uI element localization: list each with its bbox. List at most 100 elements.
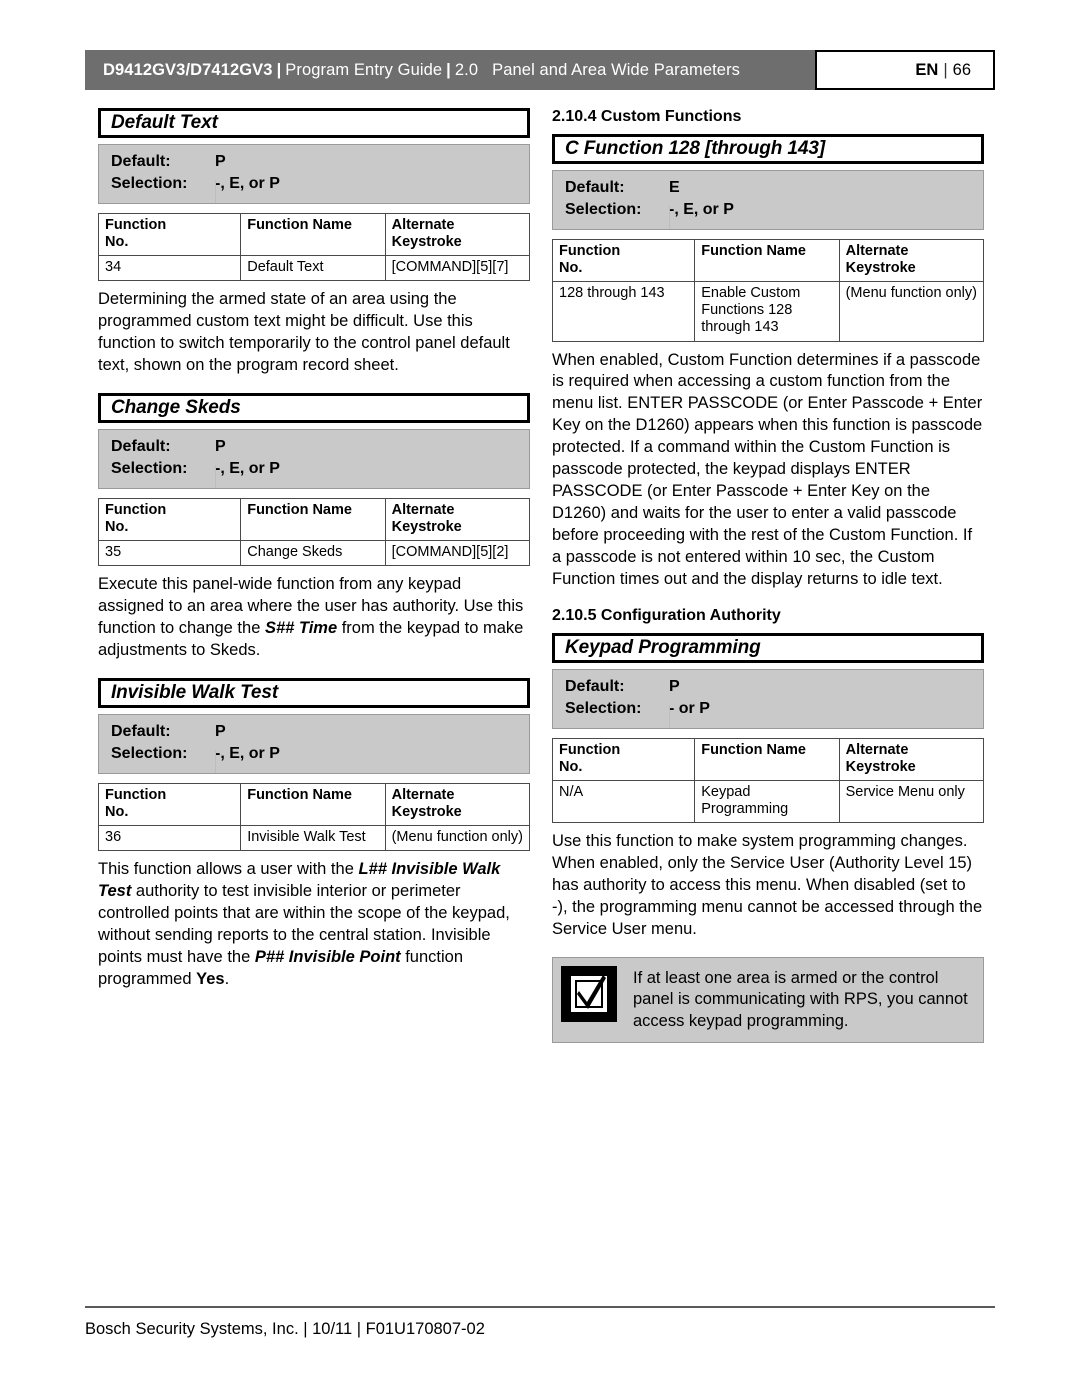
col-header-function-no-line2: No. <box>105 519 129 536</box>
cell-function-name: Default Text <box>240 255 386 282</box>
cell-function-no: N/A <box>551 780 696 824</box>
col-header-function-no-line1: Function <box>559 741 621 758</box>
param-row-selection: Selection: -, E, or P <box>99 173 529 195</box>
col-header-alternate-keystroke: Alternate Keystroke <box>838 737 985 782</box>
table-row: N/A Keypad Programming Service Menu only <box>551 780 985 824</box>
col-header-function-no: Function No. <box>551 737 696 782</box>
param-row-selection: Selection: -, E, or P <box>553 199 983 221</box>
body-text-change-skeds: Execute this panel-wide function from an… <box>98 574 530 662</box>
cell-function-no: 34 <box>97 255 242 282</box>
param-value-selection: -, E, or P <box>215 175 280 192</box>
table-row: 36 Invisible Walk Test (Menu function on… <box>97 825 531 852</box>
col-header-function-name: Function Name <box>240 783 386 827</box>
param-label-selection: Selection: <box>111 745 188 763</box>
col-header-function-no-line1: Function <box>105 787 167 804</box>
col-header-alt-line1: Alternate <box>391 502 455 519</box>
param-label-selection: Selection: <box>111 460 188 478</box>
section-title-c-function-128: C Function 128 [through 143] <box>552 134 984 164</box>
cell-alternate-keystroke: [COMMAND][5][7] <box>384 255 531 282</box>
body-part: . <box>224 970 230 989</box>
function-table-c-function-128: Function No. Function Name Alternate Key… <box>551 238 985 342</box>
param-box-c-function-128: Default: E Selection: -, E, or P <box>552 170 984 230</box>
table-header-row: Function No. Function Name Alternate Key… <box>551 238 985 283</box>
function-table-keypad-programming: Function No. Function Name Alternate Key… <box>551 737 985 824</box>
left-column: Default Text Default: P Selection: -, E,… <box>97 108 531 1007</box>
function-table-default-text: Function No. Function Name Alternate Key… <box>97 212 531 282</box>
subheading-custom-functions: 2.10.4 Custom Functions <box>552 108 742 125</box>
param-row-default: Default: P <box>99 436 529 458</box>
param-row-default: Default: P <box>99 151 529 173</box>
cell-function-name: Change Skeds <box>240 540 386 567</box>
table-row: 128 through 143 Enable Custom Functions … <box>551 281 985 342</box>
col-header-alt-line2: Keystroke <box>845 260 916 277</box>
param-label-default: Default: <box>111 723 171 741</box>
body-text-keypad-programming: Use this function to make system program… <box>552 832 983 939</box>
param-row-default: Default: P <box>99 721 529 743</box>
notice-box: If at least one area is armed or the con… <box>552 956 984 1044</box>
cell-alternate-keystroke: [COMMAND][5][2] <box>384 540 531 567</box>
col-header-alt-line2: Keystroke <box>391 234 462 251</box>
header-language-page-box: EN | 66 <box>815 50 995 90</box>
col-header-alt-line2: Keystroke <box>845 758 916 775</box>
col-header-alt-line2: Keystroke <box>391 804 462 821</box>
header-separator-1: | <box>276 60 282 79</box>
param-value-selection: -, E, or P <box>215 745 280 763</box>
param-row-default: Default: P <box>553 676 983 698</box>
cell-function-no: 128 through 143 <box>551 281 696 342</box>
header-language-code: EN <box>915 60 939 79</box>
table-header-row: Function No. Function Name Alternate Key… <box>551 737 985 782</box>
section-title-default-text: Default Text <box>98 108 530 138</box>
param-box-invisible-walk-test: Default: P Selection: -, E, or P <box>98 714 530 775</box>
param-row-selection: Selection: -, E, or P <box>99 458 529 480</box>
param-row-selection: Selection: -, E, or P <box>99 743 529 765</box>
cell-function-no: 36 <box>97 825 242 852</box>
col-header-alt-line1: Alternate <box>845 243 909 259</box>
col-header-alt-line1: Alternate <box>845 741 909 758</box>
param-label-default: Default: <box>111 153 171 170</box>
col-header-function-name: Function Name <box>694 737 840 782</box>
header-product: D9412GV3/D7412GV3 <box>103 60 273 79</box>
header-separator-3: | <box>943 60 948 79</box>
col-header-function-no-line2: No. <box>559 260 583 277</box>
checkbox-checked-icon <box>561 965 617 1022</box>
col-header-alternate-keystroke: Alternate Keystroke <box>838 238 985 283</box>
cell-alternate-keystroke: (Menu function only) <box>838 281 985 342</box>
param-value-selection: -, E, or P <box>215 460 280 478</box>
param-value-default: P <box>215 723 226 741</box>
notice-text: If at least one area is armed or the con… <box>633 968 968 1030</box>
subheading-configuration-authority: 2.10.5 Configuration Authority <box>552 606 781 624</box>
param-value-selection: - or P <box>669 699 710 717</box>
body-text-default-text: Determining the armed state of an area u… <box>98 290 510 375</box>
col-header-alternate-keystroke: Alternate Keystroke <box>384 498 531 542</box>
col-header-function-no-line2: No. <box>105 234 129 251</box>
param-label-default: Default: <box>111 438 171 456</box>
header-version: 2.0 <box>454 60 479 79</box>
col-header-function-name: Function Name <box>240 212 386 257</box>
param-box-keypad-programming: Default: P Selection: - or P <box>552 668 984 729</box>
header-page-number: 66 <box>952 60 971 79</box>
col-header-function-no: Function No. <box>97 212 242 257</box>
header-title-bar: D9412GV3/D7412GV3 | Program Entry Guide … <box>85 50 815 90</box>
page-header: D9412GV3/D7412GV3 | Program Entry Guide … <box>85 50 995 90</box>
body-bold-yes: Yes <box>196 970 225 989</box>
header-separator-2: | <box>446 60 451 79</box>
col-header-function-no-line1: Function <box>105 502 167 519</box>
param-value-default: P <box>215 153 226 170</box>
body-part: This function allows a user with the <box>98 860 359 879</box>
cell-alternate-keystroke: Service Menu only <box>838 780 985 824</box>
cell-function-name: Keypad Programming <box>694 780 840 824</box>
param-value-default: E <box>669 179 680 196</box>
param-label-selection: Selection: <box>111 175 188 192</box>
param-value-default: P <box>669 677 680 695</box>
header-section: Panel and Area Wide Parameters <box>492 60 741 79</box>
col-header-function-no-line2: No. <box>559 758 583 775</box>
footer-divider <box>85 1306 995 1308</box>
col-header-alt-line2: Keystroke <box>391 519 462 536</box>
table-header-row: Function No. Function Name Alternate Key… <box>97 212 531 257</box>
col-header-function-name: Function Name <box>240 498 386 542</box>
param-row-default: Default: E <box>553 177 983 199</box>
table-header-row: Function No. Function Name Alternate Key… <box>97 783 531 827</box>
table-row: 35 Change Skeds [COMMAND][5][2] <box>97 540 531 567</box>
param-box-default-text: Default: P Selection: -, E, or P <box>98 144 530 204</box>
col-header-alternate-keystroke: Alternate Keystroke <box>384 783 531 827</box>
